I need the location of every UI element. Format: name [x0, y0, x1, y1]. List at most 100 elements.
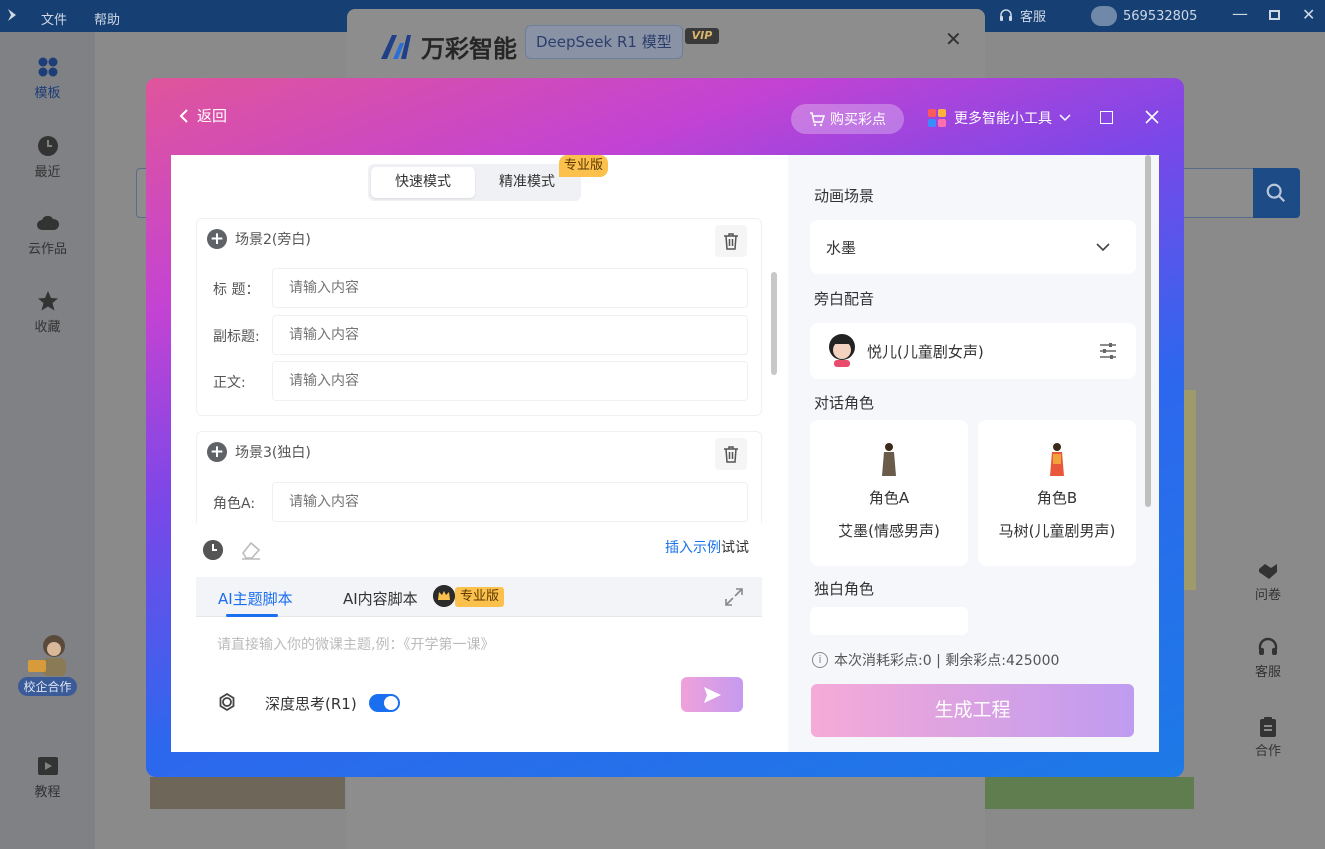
- role-name: 角色A: [868, 489, 910, 507]
- generate-project-button[interactable]: 生成工程: [811, 684, 1134, 737]
- trash-icon: [724, 446, 738, 463]
- sidebar-item-templates[interactable]: 模板: [0, 56, 95, 101]
- brand-logo: 万彩智能: [379, 29, 517, 64]
- history-icon[interactable]: [203, 540, 223, 560]
- user-account[interactable]: 569532805: [1091, 6, 1197, 26]
- tool-survey[interactable]: 问卷: [1236, 560, 1300, 603]
- role-card-b[interactable]: 角色B 马树(儿童剧男声): [978, 420, 1136, 566]
- template-thumbnail[interactable]: [1184, 390, 1196, 590]
- tool-label: 客服: [1254, 665, 1281, 680]
- wancai-logo-icon: [381, 34, 411, 59]
- deep-think-label: 深度思考(R1): [265, 695, 357, 713]
- menu-file[interactable]: 文件: [41, 9, 67, 28]
- expand-icon[interactable]: [724, 587, 744, 607]
- delete-scene-button[interactable]: [715, 225, 747, 257]
- template-thumbnail[interactable]: [984, 777, 1194, 809]
- narration-voice-card[interactable]: 悦儿(儿童剧女声): [810, 323, 1136, 379]
- handshake-icon: [1259, 564, 1277, 579]
- headset-icon: [1258, 637, 1278, 655]
- maximize-button[interactable]: [1100, 111, 1113, 124]
- service-label: 客服: [1020, 10, 1047, 25]
- scene-title: 场景2(旁白): [235, 232, 311, 248]
- deep-think-toggle[interactable]: [369, 694, 400, 712]
- insert-example-link[interactable]: 插入示例: [665, 540, 721, 556]
- chevron-left-icon: [179, 108, 188, 123]
- points-cost: i 本次消耗彩点:0 | 剩余彩点:425000: [812, 650, 1059, 670]
- scene-style-select[interactable]: 水墨: [810, 220, 1136, 274]
- points-cost-text: 本次消耗彩点:0 | 剩余彩点:425000: [834, 653, 1060, 669]
- search-button[interactable]: [1253, 168, 1300, 218]
- ai-topic-input[interactable]: 请直接输入你的微课主题,例：《开学第一课》: [217, 634, 494, 654]
- tab-ai-topic-script[interactable]: AI主题脚本: [218, 588, 293, 609]
- sliders-icon[interactable]: [1098, 341, 1118, 361]
- tool-cooperation[interactable]: 合作: [1236, 716, 1300, 759]
- close-icon[interactable]: ✕: [945, 29, 962, 49]
- sidebar-item-recent[interactable]: 最近: [0, 135, 95, 180]
- monologue-role-slot[interactable]: [810, 607, 968, 635]
- subtitle-input[interactable]: [272, 315, 748, 355]
- scene-style-value: 水墨: [826, 239, 857, 257]
- template-thumbnail[interactable]: [150, 777, 345, 809]
- close-button[interactable]: ✕: [1302, 5, 1315, 24]
- more-tools-dropdown[interactable]: 更多智能小工具: [928, 108, 1071, 128]
- voice-avatar-icon: [829, 334, 855, 367]
- scene-style-label: 动画场景: [814, 187, 875, 205]
- field-row: 标 题：: [197, 268, 763, 308]
- tool-service[interactable]: 客服: [1236, 637, 1300, 680]
- mascot-icon: [27, 635, 66, 676]
- back-label: 返回: [197, 107, 228, 125]
- delete-scene-button[interactable]: [715, 438, 747, 470]
- clock-icon: [37, 136, 58, 156]
- more-tools-label: 更多智能小工具: [954, 111, 1052, 127]
- insert-example-suffix: 试试: [721, 540, 749, 556]
- user-id: 569532805: [1123, 8, 1198, 24]
- sidebar-item-tutorial[interactable]: 教程: [0, 755, 95, 800]
- narration-label: 旁白配音: [814, 290, 875, 308]
- settings-icon[interactable]: [217, 692, 237, 712]
- fast-mode-tab[interactable]: 快速模式: [371, 167, 475, 198]
- close-icon[interactable]: [1143, 108, 1161, 126]
- role-card-a[interactable]: 角色A 艾墨(情感男声): [810, 420, 968, 566]
- role-voice: 艾墨(情感男声): [838, 522, 940, 540]
- eraser-icon[interactable]: [240, 539, 262, 561]
- send-button[interactable]: [681, 677, 743, 712]
- active-tab-indicator: [226, 614, 278, 617]
- play-icon: [37, 757, 58, 775]
- sidebar-item-label: 最近: [34, 165, 61, 180]
- scrollbar[interactable]: [1145, 155, 1151, 507]
- sidebar-item-cloud[interactable]: 云作品: [0, 212, 95, 257]
- back-button[interactable]: 返回: [179, 105, 227, 126]
- send-icon: [704, 686, 721, 703]
- role-a-input[interactable]: [272, 482, 748, 522]
- apps-icon: [928, 108, 946, 127]
- sidebar-item-label: 校企合作: [18, 677, 77, 696]
- pro-badge: 专业版: [455, 587, 505, 607]
- title-input[interactable]: [272, 268, 748, 308]
- add-scene-icon[interactable]: +: [207, 442, 227, 462]
- service-link[interactable]: 客服: [998, 6, 1046, 25]
- add-scene-icon[interactable]: +: [207, 229, 227, 249]
- sidebar-item-favorites[interactable]: 收藏: [0, 290, 95, 335]
- chevron-down-icon: [1096, 243, 1110, 252]
- app-logo-icon: [8, 9, 16, 21]
- menu-help[interactable]: 帮助: [94, 9, 120, 28]
- maximize-button[interactable]: [1269, 10, 1280, 20]
- field-label: 角色A:: [213, 496, 256, 512]
- cloud-icon: [36, 215, 59, 230]
- body-input[interactable]: [272, 361, 748, 401]
- field-label: 标 题：: [213, 282, 260, 298]
- minimize-button[interactable]: —: [1232, 4, 1248, 23]
- pro-badge: 专业版: [559, 155, 609, 177]
- crown-icon: [433, 585, 455, 607]
- scrollbar[interactable]: [771, 272, 777, 375]
- trash-icon: [724, 233, 738, 250]
- modal-content-panel: 快速模式 精准模式 专业版 + 场景2(旁白) 标 题： 副标题:: [171, 155, 1159, 752]
- tab-ai-content-script[interactable]: AI内容脚本: [343, 588, 418, 609]
- info-icon: i: [812, 652, 828, 668]
- buy-points-label: 购买彩点: [830, 112, 886, 128]
- role-name: 角色B: [1036, 489, 1078, 507]
- buy-points-button[interactable]: 购买彩点: [791, 104, 904, 134]
- ai-tabs: AI主题脚本 AI内容脚本 专业版: [196, 577, 762, 617]
- scene-card: + 场景3(独白) 角色A:: [196, 431, 762, 523]
- sidebar-item-school-cooperation[interactable]: 校企合作: [0, 630, 95, 696]
